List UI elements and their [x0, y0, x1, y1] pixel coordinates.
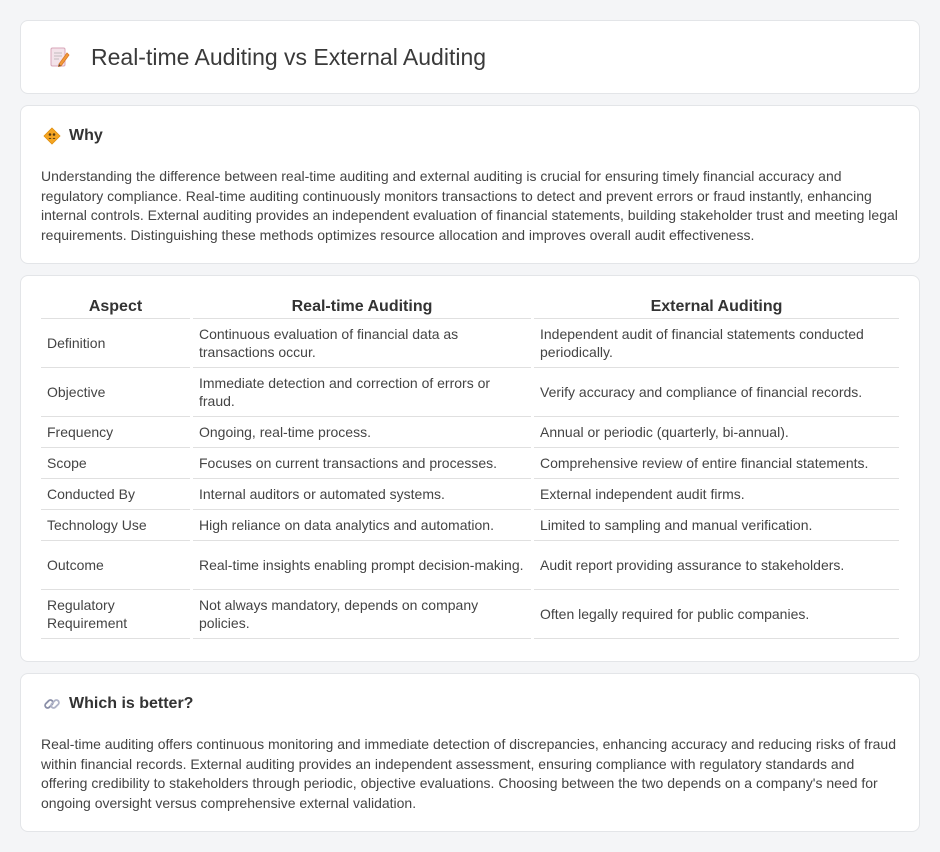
table-row: Definition Continuous evaluation of fina… — [41, 319, 899, 368]
table-row: Regulatory Requirement Not always mandat… — [41, 590, 899, 639]
which-better-header: Which is better? — [41, 694, 899, 714]
row-real-time: Focuses on current transactions and proc… — [193, 448, 531, 479]
row-aspect: Conducted By — [41, 479, 190, 510]
table-row: Outcome Real-time insights enabling prom… — [41, 541, 899, 590]
table-header-row: Aspect Real-time Auditing External Audit… — [41, 296, 899, 319]
row-real-time: Continuous evaluation of financial data … — [193, 319, 531, 368]
row-aspect: Objective — [41, 368, 190, 417]
why-title: Why — [69, 127, 103, 144]
table-row: Technology Use High reliance on data ana… — [41, 510, 899, 541]
row-real-time: Not always mandatory, depends on company… — [193, 590, 531, 639]
comparison-table: Aspect Real-time Auditing External Audit… — [38, 296, 902, 639]
row-aspect: Regulatory Requirement — [41, 590, 190, 639]
row-external: Independent audit of financial statement… — [534, 319, 899, 368]
header-aspect: Aspect — [41, 296, 190, 319]
row-aspect: Outcome — [41, 541, 190, 590]
memo-pencil-icon — [47, 45, 71, 69]
diamond-people-icon — [43, 127, 61, 145]
which-better-title: Which is better? — [69, 695, 194, 712]
row-external: Audit report providing assurance to stak… — [534, 541, 899, 590]
table-row: Scope Focuses on current transactions an… — [41, 448, 899, 479]
header-card: Real-time Auditing vs External Auditing — [20, 20, 920, 94]
why-text: Understanding the difference between rea… — [41, 168, 898, 243]
header-external: External Auditing — [534, 296, 899, 319]
row-external: Verify accuracy and compliance of financ… — [534, 368, 899, 417]
table-row: Conducted By Internal auditors or automa… — [41, 479, 899, 510]
row-aspect: Frequency — [41, 417, 190, 448]
row-external: Limited to sampling and manual verificat… — [534, 510, 899, 541]
row-real-time: Ongoing, real-time process. — [193, 417, 531, 448]
page-title: Real-time Auditing vs External Auditing — [91, 43, 487, 70]
table-row: Objective Immediate detection and correc… — [41, 368, 899, 417]
link-icon — [43, 695, 61, 713]
row-real-time: Real-time insights enabling prompt decis… — [193, 541, 531, 590]
why-section: Why Understanding the difference between… — [20, 105, 920, 264]
table-row: Frequency Ongoing, real-time process. An… — [41, 417, 899, 448]
row-real-time: High reliance on data analytics and auto… — [193, 510, 531, 541]
row-external: External independent audit firms. — [534, 479, 899, 510]
row-aspect: Definition — [41, 319, 190, 368]
row-external: Comprehensive review of entire financial… — [534, 448, 899, 479]
row-real-time: Internal auditors or automated systems. — [193, 479, 531, 510]
row-external: Often legally required for public compan… — [534, 590, 899, 639]
row-aspect: Scope — [41, 448, 190, 479]
row-real-time: Immediate detection and correction of er… — [193, 368, 531, 417]
why-header: Why — [41, 126, 899, 146]
which-better-text: Real-time auditing offers continuous mon… — [41, 736, 896, 811]
comparison-card: Aspect Real-time Auditing External Audit… — [20, 275, 920, 662]
row-aspect: Technology Use — [41, 510, 190, 541]
which-better-section: Which is better? Real-time auditing offe… — [20, 673, 920, 832]
header-real-time: Real-time Auditing — [193, 296, 531, 319]
row-external: Annual or periodic (quarterly, bi-annual… — [534, 417, 899, 448]
